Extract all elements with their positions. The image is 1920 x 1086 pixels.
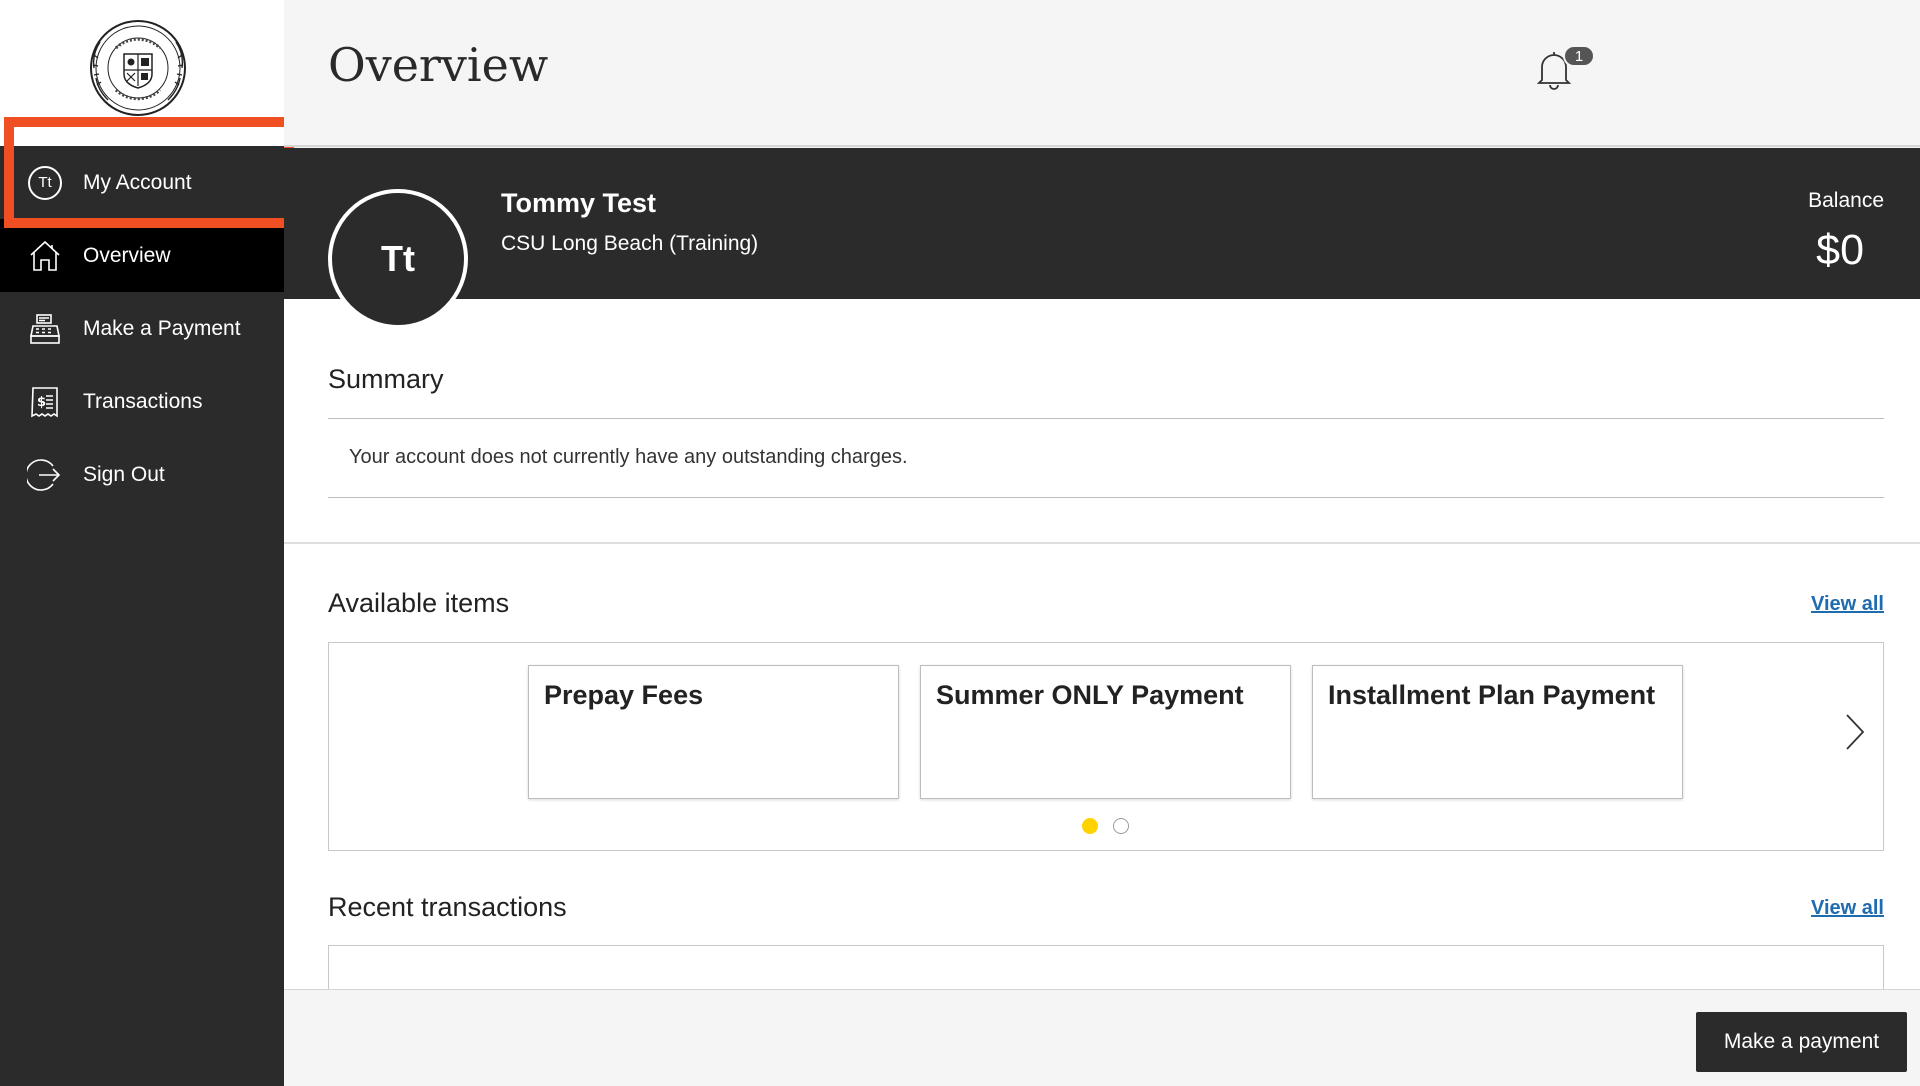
sidebar-item-sign-out[interactable]: Sign Out (0, 438, 284, 511)
sidebar-item-overview[interactable]: Overview (0, 219, 284, 292)
account-avatar-icon: Tt (27, 165, 63, 201)
page-title: Overview (328, 38, 549, 92)
item-card-prepay-fees[interactable]: Prepay Fees (528, 665, 899, 799)
balance-value: $0 (1816, 226, 1864, 274)
recent-transactions-view-all-link[interactable]: View all (1790, 897, 1884, 920)
item-card-title: Installment Plan Payment (1328, 680, 1656, 710)
sidebar-item-label: Make a Payment (83, 316, 241, 340)
sign-out-icon (27, 457, 63, 493)
sidebar-item-label: Transactions (83, 389, 203, 413)
recent-transactions-list (328, 945, 1884, 990)
item-card-installment-plan-payment[interactable]: Installment Plan Payment (1312, 665, 1683, 799)
svg-text:$: $ (37, 395, 46, 410)
header: Overview (284, 0, 1920, 147)
available-items-view-all-link[interactable]: View all (1790, 593, 1884, 616)
carousel-dot-1[interactable] (1082, 818, 1098, 834)
sidebar-item-label: Sign Out (83, 462, 165, 486)
sidebar-item-label: My Account (83, 170, 192, 194)
sidebar-item-label: Overview (83, 243, 171, 267)
carousel-dot-2[interactable] (1113, 818, 1129, 834)
home-icon (27, 238, 63, 274)
account-initials: Tt (28, 165, 62, 200)
section-divider (284, 542, 1920, 544)
divider (328, 418, 1884, 419)
cash-register-icon (27, 311, 63, 347)
make-a-payment-button[interactable]: Make a payment (1696, 1012, 1907, 1072)
sidebar-item-my-account[interactable]: Tt My Account (0, 146, 284, 219)
university-seal-logo (90, 20, 186, 116)
receipt-dollar-icon: $ (27, 384, 63, 420)
footer-bar (284, 989, 1920, 1086)
avatar: Tt (328, 189, 468, 329)
summary-title: Summary (328, 364, 444, 394)
available-items-title: Available items (328, 588, 510, 618)
divider (328, 497, 1884, 498)
item-card-title: Prepay Fees (544, 680, 704, 710)
item-card-summer-only-payment[interactable]: Summer ONLY Payment (920, 665, 1291, 799)
balance-label: Balance (1808, 189, 1884, 212)
item-card-title: Summer ONLY Payment (936, 680, 1244, 710)
sidebar: Tt My Account Overview Make a Payment $ (0, 0, 284, 1086)
notification-count-badge: 1 (1563, 45, 1595, 67)
logo-area (0, 0, 284, 146)
user-name: Tommy Test (501, 188, 657, 218)
recent-transactions-title: Recent transactions (328, 892, 567, 922)
user-school: CSU Long Beach (Training) (501, 232, 759, 255)
summary-message: Your account does not currently have any… (349, 446, 908, 468)
profile-banner (284, 148, 1920, 299)
sidebar-item-transactions[interactable]: $ Transactions (0, 365, 284, 438)
sidebar-item-make-a-payment[interactable]: Make a Payment (0, 292, 284, 365)
chevron-right-icon[interactable] (1844, 712, 1866, 752)
